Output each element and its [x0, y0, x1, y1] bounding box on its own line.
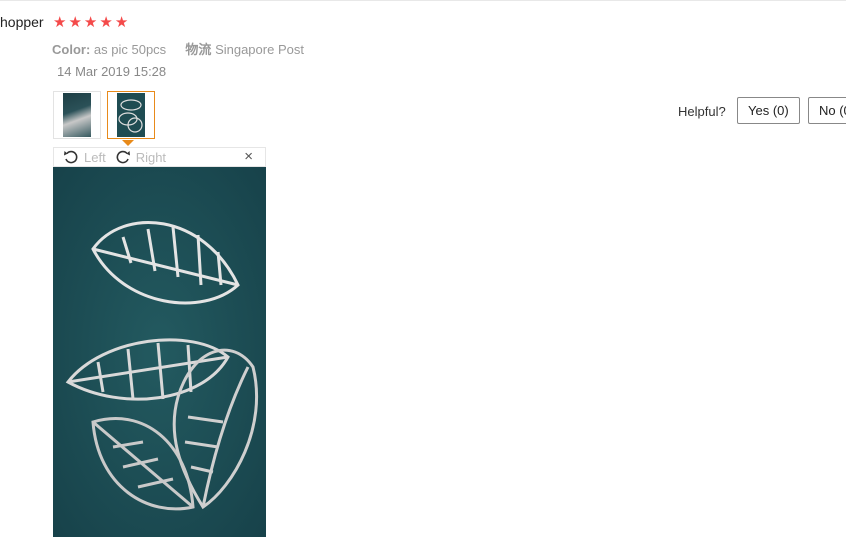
star-icon: ★: [68, 14, 82, 31]
rotate-right-icon: [116, 150, 130, 164]
rotate-left-button[interactable]: Left: [63, 149, 106, 165]
star-icon: ★: [53, 14, 67, 31]
star-rating: ★ ★ ★ ★ ★: [53, 14, 128, 32]
review-date: 14 Mar 2019 15:28: [57, 64, 167, 79]
rotate-right-label: Right: [135, 149, 167, 165]
order-info: Color: as pic 50pcs 物流 Singapore Post: [52, 39, 304, 58]
close-icon[interactable]: ×: [244, 149, 253, 165]
rotate-right-button[interactable]: Right: [115, 149, 166, 165]
star-icon: ★: [114, 14, 129, 31]
rotate-left-icon: [64, 150, 78, 164]
review-photo: [53, 167, 266, 537]
logistics-value: Singapore Post: [215, 42, 304, 57]
top-divider: [0, 0, 846, 1]
photo-thumbnail-image: [63, 93, 91, 137]
photo-thumbnails: [53, 91, 155, 139]
helpful-prompt: Helpful?: [678, 104, 726, 119]
color-value: as pic 50pcs: [93, 42, 167, 57]
photo-thumbnail-2[interactable]: [107, 91, 155, 139]
reviewer-name: hopper: [0, 14, 44, 30]
star-icon: ★: [83, 14, 98, 31]
image-viewer-toolbar: Left Right ×: [53, 147, 266, 167]
rotate-left-label: Left: [84, 149, 106, 165]
star-icon: ★: [99, 14, 113, 31]
helpful-yes-button[interactable]: Yes (0): [737, 97, 800, 124]
logistics-label: 物流: [185, 42, 212, 57]
color-label: Color:: [52, 42, 91, 57]
helpful-no-button[interactable]: No (0): [808, 97, 846, 124]
photo-thumbnail-image: [117, 93, 145, 137]
active-thumbnail-caret: [122, 140, 134, 146]
photo-thumbnail-1[interactable]: [53, 91, 101, 139]
